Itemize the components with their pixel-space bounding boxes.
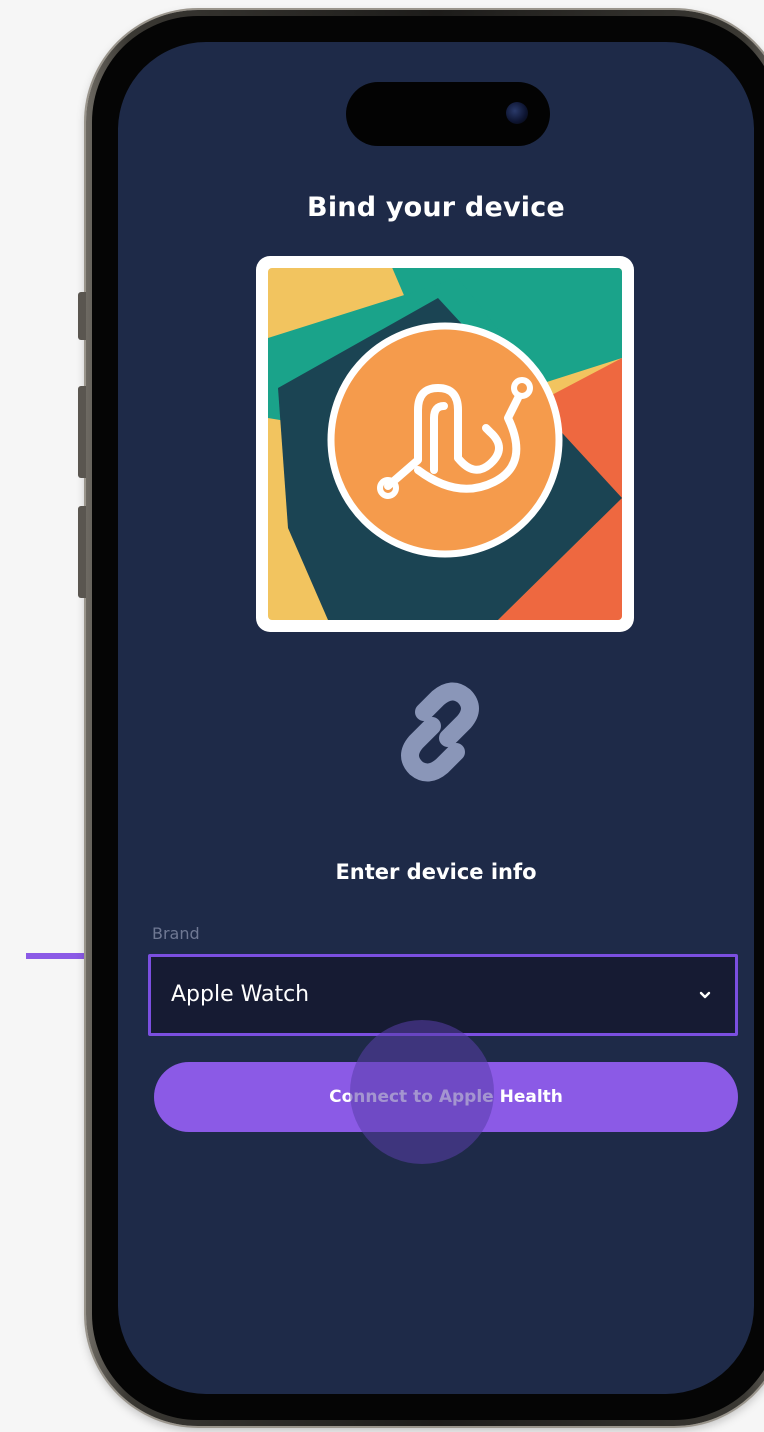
brand-select[interactable]: Apple Watch: [148, 954, 738, 1036]
section-heading: Enter device info: [335, 860, 537, 884]
connect-apple-health-button[interactable]: Connect to Apple Health: [154, 1062, 738, 1132]
link-icon: [401, 682, 479, 782]
mute-switch: [78, 292, 86, 340]
app-screen: Bind your device Enter device info Brand…: [118, 42, 754, 1394]
page-title: Bind your device: [307, 192, 565, 223]
volume-down-button: [78, 506, 86, 598]
brand-select-value: Apple Watch: [171, 982, 310, 1007]
app-logo-icon: [268, 268, 622, 620]
volume-up-button: [78, 386, 86, 478]
app-logo-card: [256, 256, 634, 632]
chevron-down-icon[interactable]: [697, 987, 713, 1003]
phone-bezel: Bind your device Enter device info Brand…: [92, 16, 764, 1420]
phone-frame: Bind your device Enter device info Brand…: [78, 10, 764, 1426]
dynamic-island: [346, 82, 550, 146]
brand-field-label: Brand: [152, 924, 200, 943]
camera-icon: [506, 102, 528, 124]
